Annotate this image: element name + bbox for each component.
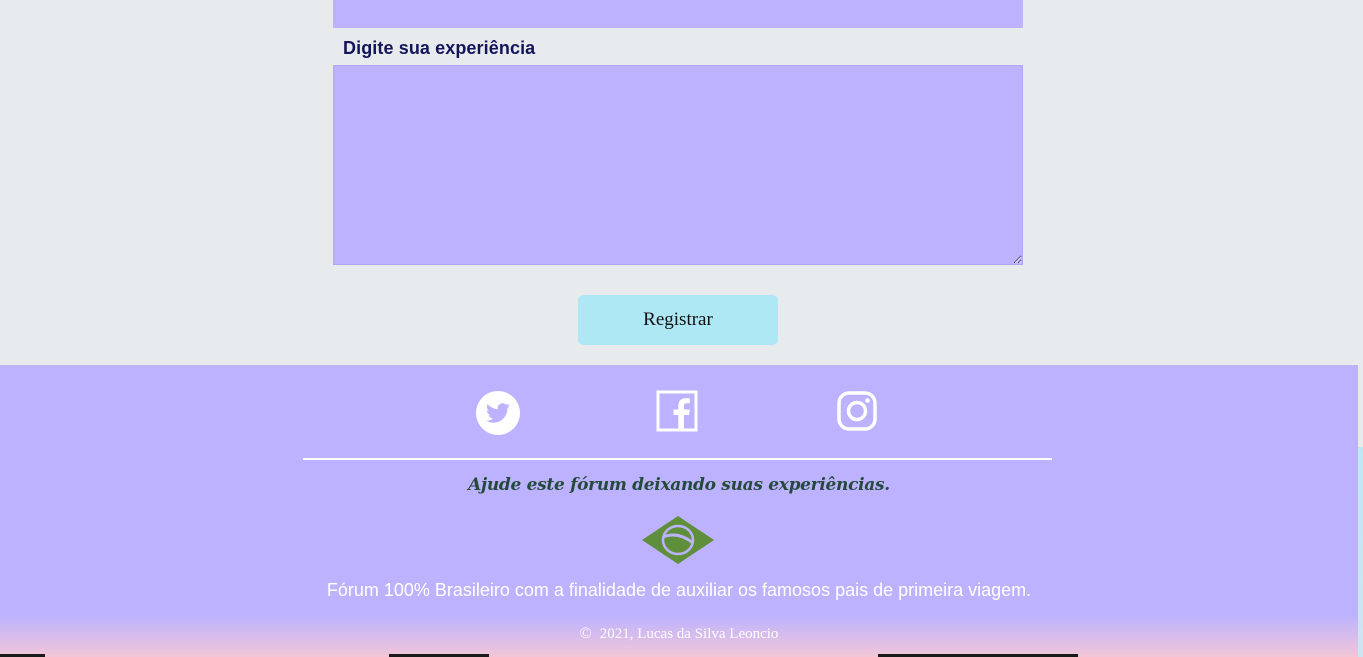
- copyright-text: 2021, Lucas da Silva Leoncio: [599, 626, 779, 642]
- copyright-icon: ©: [579, 625, 592, 642]
- footer-description: Fórum 100% Brasileiro com a finalidade d…: [326, 580, 1032, 600]
- copyright: © 2021, Lucas da Silva Leoncio: [0, 625, 1358, 643]
- brazil-flag-icon: [641, 515, 715, 570]
- footer-tagline: Ajude este fórum deixando suas experiênc…: [468, 475, 890, 495]
- previous-input-field[interactable]: [333, 0, 1023, 28]
- experience-label: Digite sua experiência: [343, 38, 536, 58]
- instagram-link[interactable]: [836, 390, 878, 432]
- experience-textarea[interactable]: [333, 65, 1023, 265]
- scrollbar-track[interactable]: [1358, 447, 1363, 657]
- instagram-icon: [836, 390, 878, 432]
- twitter-link[interactable]: [475, 390, 521, 436]
- twitter-icon: [475, 390, 521, 436]
- register-button[interactable]: Registrar: [578, 295, 778, 345]
- facebook-icon: [656, 390, 698, 432]
- facebook-link[interactable]: [656, 390, 698, 432]
- site-footer: Ajude este fórum deixando suas experiênc…: [0, 365, 1358, 657]
- footer-divider: [303, 458, 1052, 460]
